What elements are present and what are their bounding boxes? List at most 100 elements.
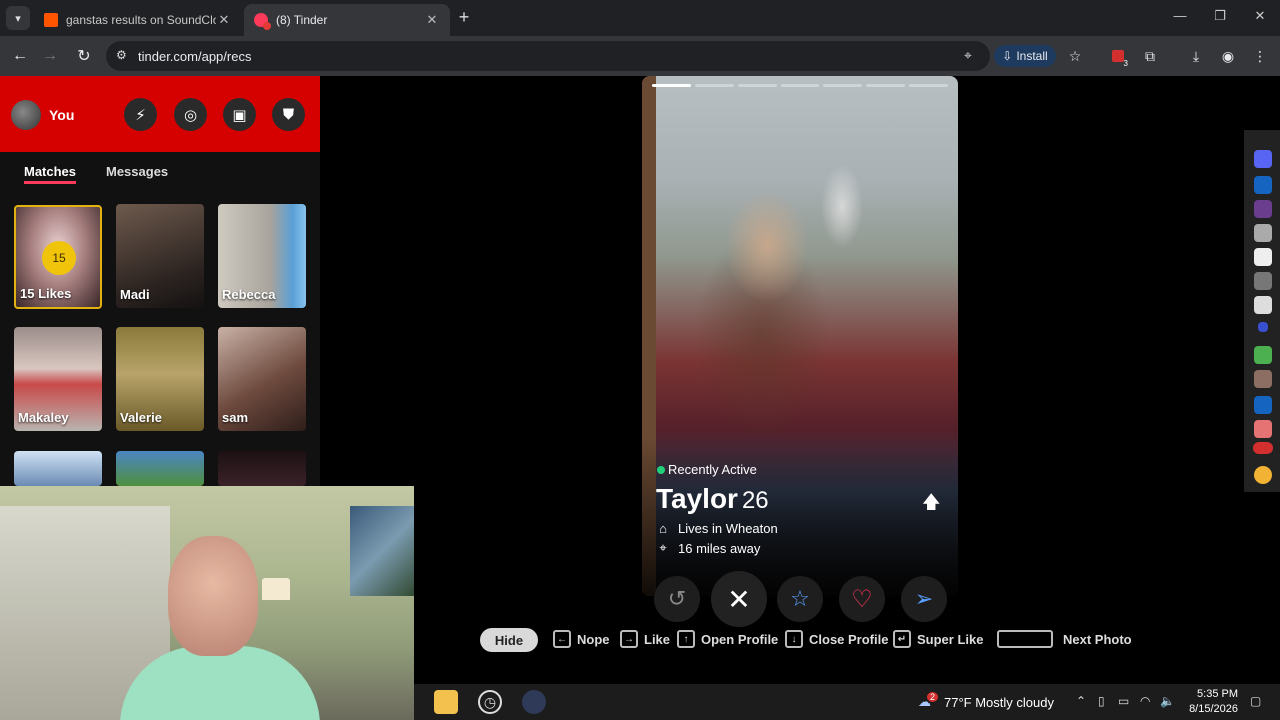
- boost-button[interactable]: ⚡: [124, 98, 157, 131]
- file-explorer-icon[interactable]: [434, 690, 458, 714]
- likes-card[interactable]: 15 15 Likes: [14, 205, 102, 309]
- avatar[interactable]: [11, 100, 41, 130]
- photo-progress-segment[interactable]: [866, 84, 906, 87]
- close-tab-icon[interactable]: ✕: [424, 12, 440, 28]
- puzzle-icon: ⧉: [1145, 47, 1155, 64]
- volume-icon[interactable]: 🔈: [1160, 694, 1175, 708]
- install-app-button[interactable]: ⇩ Install: [994, 45, 1056, 67]
- photo-progress-segment[interactable]: [823, 84, 863, 87]
- shortcut-label: Super Like: [917, 631, 984, 647]
- extension-icon[interactable]: [1258, 322, 1268, 332]
- minimize-button[interactable]: —: [1170, 8, 1190, 23]
- profile-age: 26: [741, 487, 769, 514]
- back-button[interactable]: ←: [8, 44, 32, 68]
- rewind-button[interactable]: ↺: [654, 576, 700, 622]
- tab-search-button[interactable]: ▾: [6, 6, 30, 30]
- new-tab-button[interactable]: +: [455, 8, 473, 26]
- chrome-icon[interactable]: [522, 690, 546, 714]
- photo-progress-segment[interactable]: [737, 84, 777, 87]
- extensions-button[interactable]: ⧉: [1140, 46, 1160, 66]
- boost-send-button[interactable]: ➢: [901, 576, 947, 622]
- restore-button[interactable]: ❐: [1210, 8, 1230, 24]
- wifi-icon[interactable]: ◠: [1140, 694, 1150, 708]
- taskbar-clock[interactable]: 5:35 PM 8/15/2026: [1174, 687, 1238, 717]
- match-card[interactable]: sam: [218, 327, 306, 431]
- discord-icon[interactable]: [1254, 150, 1272, 168]
- open-profile-arrow-icon[interactable]: 🡅: [922, 490, 941, 520]
- shortcut-super-like: ↵ Super Like: [893, 630, 983, 648]
- extension-icon[interactable]: [1254, 466, 1272, 484]
- forward-button[interactable]: →: [38, 44, 62, 68]
- arrow-right-icon: →: [42, 47, 58, 64]
- clock-app-icon[interactable]: ◷: [478, 690, 502, 714]
- photo-progress-segment[interactable]: [780, 84, 820, 87]
- extension-icon[interactable]: [1254, 346, 1272, 364]
- work-button[interactable]: ▣: [223, 98, 256, 131]
- location-icon[interactable]: ⌖: [964, 47, 980, 65]
- profile-card[interactable]: Recently Active Taylor 26 ⌂ Lives in Whea…: [642, 76, 958, 596]
- likes-count-badge: 15: [42, 241, 76, 275]
- clock-time: 5:35 PM: [1197, 688, 1238, 700]
- browser-toolbar: ← → ↻ ⚙ tinder.com/app/recs ⌖ ⇩ Install …: [0, 36, 1280, 76]
- match-card[interactable]: [116, 451, 204, 486]
- address-bar[interactable]: ⚙ tinder.com/app/recs ⌖: [106, 41, 990, 71]
- photo-progress-segment[interactable]: [909, 84, 949, 87]
- new-badge-icon[interactable]: [1253, 442, 1273, 454]
- menu-button[interactable]: ⋮: [1250, 46, 1270, 66]
- match-name: Makaley: [18, 410, 69, 425]
- space-key-icon: [997, 630, 1053, 648]
- like-button[interactable]: ♡: [839, 576, 885, 622]
- webcam-person-face: [168, 536, 258, 656]
- compass-icon: ◎: [183, 106, 198, 124]
- likes-label: 15 Likes: [20, 286, 72, 301]
- hide-shortcuts-button[interactable]: Hide: [480, 628, 538, 652]
- location-pin-icon: ⌖: [659, 540, 667, 555]
- nope-button[interactable]: ✕: [711, 571, 767, 627]
- profile-button[interactable]: ◉: [1218, 46, 1238, 66]
- reload-button[interactable]: ↻: [72, 44, 96, 68]
- match-card[interactable]: Rebecca: [218, 204, 306, 308]
- explore-button[interactable]: ◎: [174, 98, 207, 131]
- site-settings-icon[interactable]: ⚙: [116, 48, 132, 64]
- rewind-icon: ↺: [667, 586, 687, 611]
- keyboard-shortcuts: Hide ← Nope → Like ↑ Open Profile ↓ Close Pr…: [480, 628, 1180, 652]
- extension-button[interactable]: 3: [1108, 46, 1128, 68]
- match-name: Rebecca: [222, 287, 276, 302]
- notification-icon[interactable]: ▢: [1250, 694, 1261, 708]
- downloads-button[interactable]: ⤓: [1186, 46, 1206, 66]
- star-icon: ☆: [1068, 47, 1082, 64]
- extension-icon[interactable]: [1254, 396, 1272, 414]
- right-arrow-key-icon: →: [620, 630, 638, 648]
- extension-icon[interactable]: [1254, 224, 1272, 242]
- profile-label[interactable]: You: [49, 107, 74, 123]
- photo-progress-segment[interactable]: [694, 84, 734, 87]
- extension-icon[interactable]: [1254, 420, 1272, 438]
- match-card[interactable]: Makaley: [14, 327, 102, 431]
- extension-icon[interactable]: [1254, 272, 1272, 290]
- close-window-button[interactable]: ✕: [1250, 8, 1270, 24]
- webcam-tapestry: [350, 506, 414, 596]
- extension-icon[interactable]: [1254, 248, 1272, 266]
- safety-button[interactable]: ⛊: [272, 98, 305, 131]
- extension-icon[interactable]: [1254, 370, 1272, 388]
- chevron-up-icon[interactable]: ⌃: [1076, 694, 1086, 708]
- extension-icon[interactable]: [1254, 296, 1272, 314]
- tab-soundcloud[interactable]: ganstas results on SoundCloud ✕: [34, 4, 242, 36]
- super-like-button[interactable]: ☆: [777, 576, 823, 622]
- match-card[interactable]: [218, 451, 306, 486]
- close-tab-icon[interactable]: ✕: [216, 12, 232, 28]
- match-card[interactable]: [14, 451, 102, 486]
- bookmark-star-button[interactable]: ☆: [1065, 46, 1085, 66]
- match-card[interactable]: Madi: [116, 204, 204, 308]
- weather-badge: 2: [927, 692, 939, 702]
- tab-matches[interactable]: Matches: [24, 164, 77, 184]
- weather-widget[interactable]: ☁ 2 77°F Mostly cloudy: [918, 692, 1054, 710]
- photo-progress-segment[interactable]: [652, 84, 691, 87]
- extension-icon[interactable]: [1254, 176, 1272, 194]
- battery-icon[interactable]: ▭: [1118, 694, 1129, 708]
- usb-icon[interactable]: ▯: [1098, 694, 1105, 708]
- tab-messages[interactable]: Messages: [106, 164, 168, 179]
- extension-icon[interactable]: [1254, 200, 1272, 218]
- match-card[interactable]: Valerie: [116, 327, 204, 431]
- tab-tinder[interactable]: (8) Tinder ✕: [244, 4, 450, 36]
